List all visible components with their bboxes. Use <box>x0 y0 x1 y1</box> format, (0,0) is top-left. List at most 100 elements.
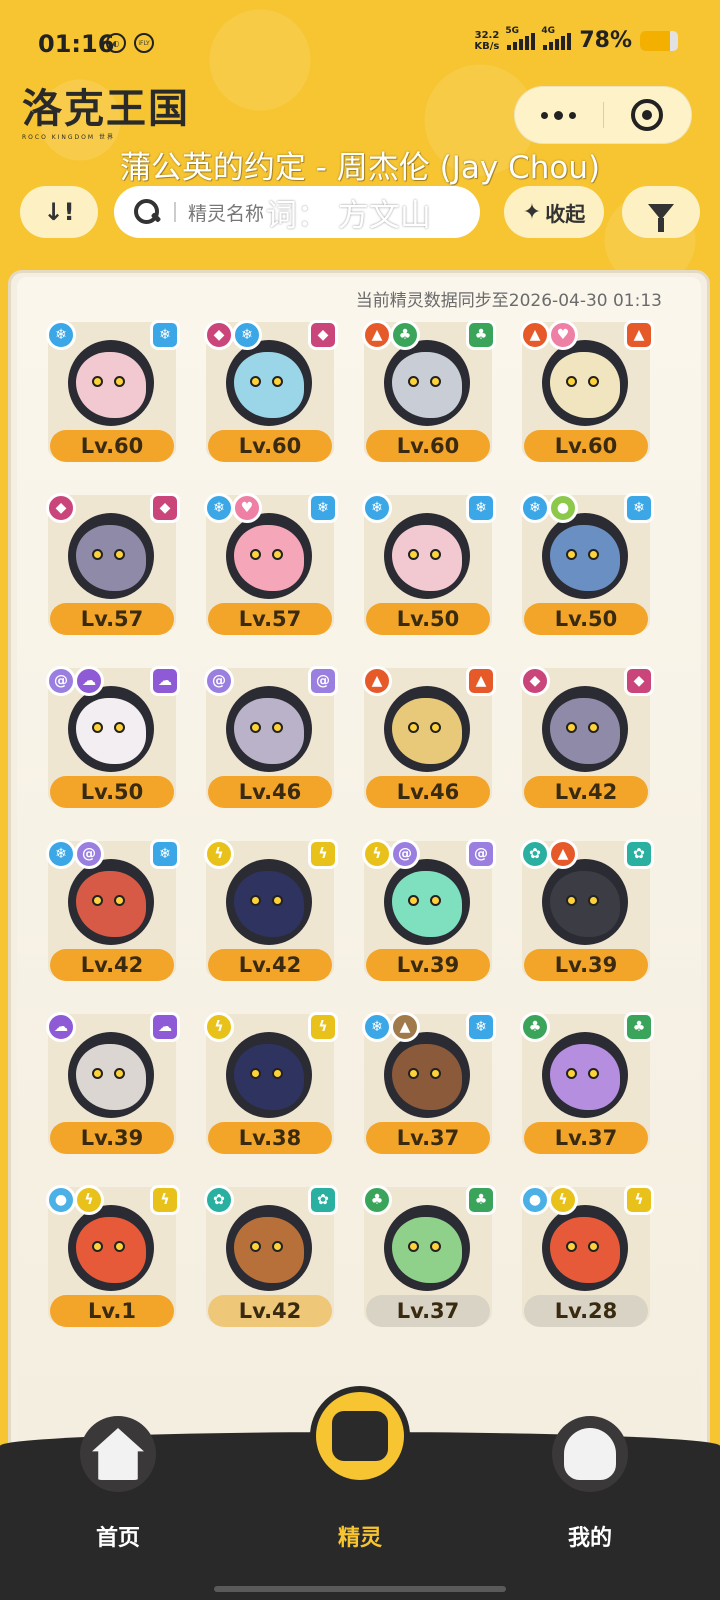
pet-card[interactable]: @ ☁ ☁ Lv.50 <box>44 664 180 814</box>
pet-card[interactable]: ❄ ▲ ❄ Lv.37 <box>360 1010 496 1160</box>
pet-avatar-icon <box>76 1217 146 1283</box>
pet-card[interactable]: ❄ @ ❄ Lv.42 <box>44 837 180 987</box>
pet-avatar-icon <box>550 698 620 764</box>
pet-level: Lv.50 <box>366 603 490 635</box>
pet-card[interactable]: ❄ ● ❄ Lv.50 <box>518 491 654 641</box>
demon-icon: ◆ <box>46 493 76 523</box>
close-miniprogram-button[interactable] <box>604 99 692 131</box>
pet-portrait <box>226 340 312 426</box>
pet-card[interactable]: ✿ ▲ ✿ Lv.39 <box>518 837 654 987</box>
search-icon <box>134 199 160 225</box>
mech-icon: ✿ <box>520 839 550 869</box>
pet-eye <box>250 549 261 560</box>
pet-card[interactable]: ϟ @ @ Lv.39 <box>360 837 496 987</box>
electric-icon: ϟ <box>308 1012 338 1042</box>
pet-card[interactable]: ◆ ◆ Lv.42 <box>518 664 654 814</box>
pet-card[interactable]: ❄ ❄ Lv.60 <box>44 318 180 468</box>
sort-button[interactable]: ↓! <box>20 186 98 238</box>
pet-card[interactable]: ● ϟ ϟ Lv.28 <box>518 1183 654 1333</box>
pet-card[interactable]: ❄ ❄ Lv.50 <box>360 491 496 641</box>
demon-icon: ◆ <box>150 493 180 523</box>
pet-card[interactable]: ◆ ◆ Lv.57 <box>44 491 180 641</box>
pet-level: Lv.60 <box>366 430 490 462</box>
pet-level: Lv.38 <box>208 1122 332 1154</box>
pet-avatar-icon <box>76 698 146 764</box>
pet-card[interactable]: ☁ ☁ Lv.39 <box>44 1010 180 1160</box>
pet-card[interactable]: ✿ ✿ Lv.42 <box>202 1183 338 1333</box>
pet-avatar-icon <box>76 525 146 591</box>
pet-card[interactable]: ♣ ♣ Lv.37 <box>360 1183 496 1333</box>
pet-portrait <box>542 1205 628 1291</box>
pet-avatar-icon <box>234 525 304 591</box>
grass-icon: ♣ <box>466 1185 496 1215</box>
pet-card[interactable]: ● ϟ ϟ Lv.1 <box>44 1183 180 1333</box>
pet-level: Lv.28 <box>524 1295 648 1327</box>
pet-portrait <box>226 686 312 772</box>
pet-eye <box>272 1241 283 1252</box>
pet-eye <box>408 722 419 733</box>
collapse-button[interactable]: ✦ 收起 <box>504 186 604 238</box>
filter-icon <box>648 204 674 232</box>
pet-card[interactable]: ◆ ❄ ◆ Lv.60 <box>202 318 338 468</box>
search-divider <box>174 202 176 222</box>
home-indicator[interactable] <box>214 1586 506 1592</box>
pet-eye <box>588 376 599 387</box>
sort-icon: ↓! <box>43 198 75 226</box>
pet-eye <box>272 376 283 387</box>
pet-portrait <box>542 686 628 772</box>
demon-icon: ◆ <box>308 320 338 350</box>
water-icon: ● <box>520 1185 550 1215</box>
pet-card[interactable]: ♣ ♣ Lv.37 <box>518 1010 654 1160</box>
pet-portrait <box>542 513 628 599</box>
pet-avatar-icon <box>234 871 304 937</box>
pet-eye <box>92 1241 103 1252</box>
ghost-icon: ☁ <box>150 1012 180 1042</box>
nav-mine[interactable]: 我的 <box>510 1416 670 1600</box>
app-logo: 洛克王国 ROCO KINGDOM 世界 <box>22 85 190 142</box>
pet-eye <box>272 549 283 560</box>
pet-card[interactable]: ϟ ϟ Lv.38 <box>202 1010 338 1160</box>
pet-eye <box>250 1241 261 1252</box>
magic-icon: @ <box>466 839 496 869</box>
profile-icon <box>564 1428 616 1480</box>
pet-portrait <box>68 686 154 772</box>
pet-eye <box>92 1068 103 1079</box>
ice-icon: ❄ <box>150 839 180 869</box>
pet-card[interactable]: ϟ ϟ Lv.42 <box>202 837 338 987</box>
pet-portrait <box>384 1205 470 1291</box>
pet-card[interactable]: @ @ Lv.46 <box>202 664 338 814</box>
pet-portrait <box>68 859 154 945</box>
pet-card[interactable]: ❄ ♥ ❄ Lv.57 <box>202 491 338 641</box>
pet-avatar-icon <box>392 698 462 764</box>
pet-portrait <box>68 1205 154 1291</box>
pet-card[interactable]: ▲ ▲ Lv.46 <box>360 664 496 814</box>
pet-level: Lv.42 <box>524 776 648 808</box>
ice-icon: ❄ <box>232 320 262 350</box>
pet-avatar-icon <box>550 871 620 937</box>
electric-icon: ϟ <box>362 839 392 869</box>
pet-level: Lv.42 <box>208 949 332 981</box>
pet-portrait <box>68 1032 154 1118</box>
pet-portrait <box>384 686 470 772</box>
battery-percent: 78% <box>579 28 632 53</box>
ice-icon: ❄ <box>204 493 234 523</box>
pet-eye <box>250 895 261 906</box>
pet-eye <box>408 1241 419 1252</box>
filter-button[interactable] <box>622 186 700 238</box>
pet-card[interactable]: ▲ ♣ ♣ Lv.60 <box>360 318 496 468</box>
nav-pets[interactable]: 精灵 <box>280 1386 440 1600</box>
ice-icon: ❄ <box>362 493 392 523</box>
pet-eye <box>430 549 441 560</box>
search-input[interactable]: 精灵名称 词： 方文山 <box>114 186 480 238</box>
pet-portrait <box>226 859 312 945</box>
more-menu-button[interactable] <box>515 110 603 120</box>
pet-eye <box>272 722 283 733</box>
nav-home[interactable]: 首页 <box>38 1416 198 1600</box>
pet-card[interactable]: ▲ ♥ ▲ Lv.60 <box>518 318 654 468</box>
mech-icon: ✿ <box>624 839 654 869</box>
pet-avatar-icon <box>234 1044 304 1110</box>
pet-level: Lv.39 <box>524 949 648 981</box>
pet-eye <box>408 1068 419 1079</box>
pet-level: Lv.50 <box>50 776 174 808</box>
grass-icon: ♣ <box>390 320 420 350</box>
